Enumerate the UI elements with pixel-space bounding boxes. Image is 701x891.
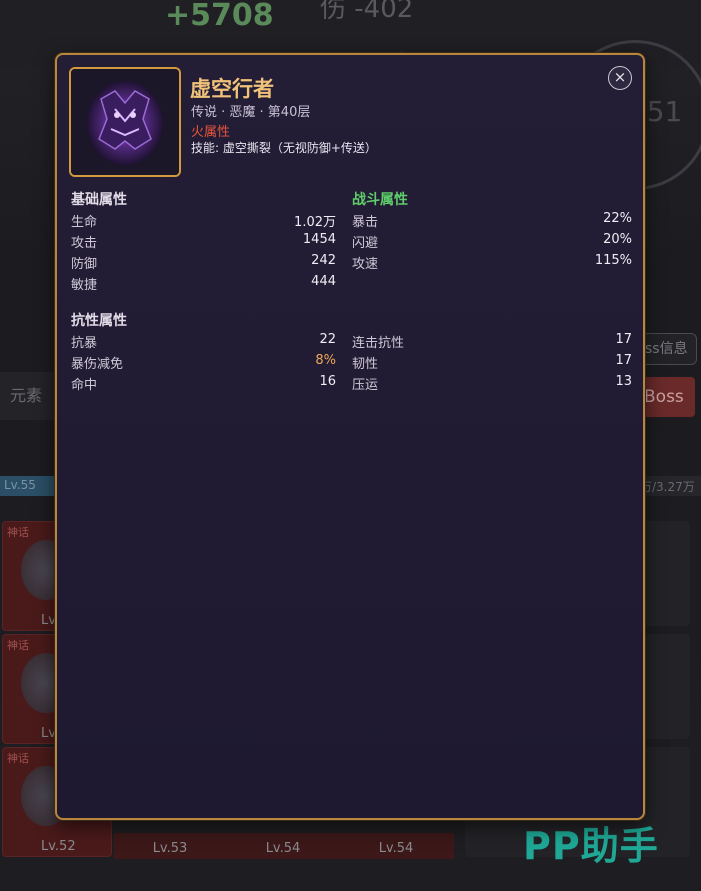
stat-value: 8% [315,353,336,368]
stat-value: 1.02万 [294,215,336,230]
stat-value: 115% [594,253,632,268]
close-button[interactable]: × [608,66,632,90]
slot-level: Lv.54 [378,841,414,856]
stat-value: 17 [615,332,632,347]
stat-label: 敏捷 [71,278,98,293]
stat-label: 闪避 [352,236,379,251]
stat-value: 444 [311,274,336,289]
hp-text: 万/3.27万 [640,480,695,494]
slot-level: Lv.53 [152,841,188,856]
stat-row: 韧性 17 [352,353,632,373]
stat-value: 22% [603,211,632,226]
stat-row: 攻速 115% [352,253,632,273]
stat-row: 连击抗性 17 [352,332,632,352]
monster-name: 虚空行者 [190,77,274,101]
monster-portrait [69,67,181,177]
stat-row: 抗暴 22 [71,332,336,352]
stat-row: 命中 16 [71,374,336,394]
stat-row: 闪避 20% [352,232,632,252]
stat-label: 抗暴 [71,336,98,351]
close-icon: × [613,68,627,86]
stat-row: 攻击 1454 [71,232,336,252]
monster-detail-modal: 虚空行者 传说 · 恶魔 · 第40层 火属性 技能: 虚空撕裂（无视防御+传送… [55,53,645,820]
slot-level: Lv.54 [265,841,301,856]
stat-label: 生命 [71,215,98,230]
monster-skill: 技能: 虚空撕裂（无视防御+传送） [191,141,377,155]
stat-row: 防御 242 [71,253,336,273]
stat-label: 命中 [71,378,98,393]
stat-label: 防御 [71,257,98,272]
stat-value: 1454 [302,232,336,247]
pp-assistant-watermark: PP助手 [523,824,659,868]
void-walker-icon [71,69,179,175]
stat-value: 17 [615,353,632,368]
boss-info-button[interactable]: ss信息 [640,333,697,365]
stat-label: 连击抗性 [352,336,405,351]
element-tab[interactable]: 元素 [0,372,60,420]
stat-label: 压运 [352,378,379,393]
rarity-tag: 神话 [7,752,29,765]
stat-row: 暴伤减免 8% [71,353,336,373]
resist-stats-title: 抗性属性 [71,313,127,329]
stat-row: 敏捷 444 [71,274,336,294]
stat-value: 22 [319,332,336,347]
stat-label: 韧性 [352,357,379,372]
monster-element: 火属性 [191,125,231,140]
stat-value: 16 [319,374,336,389]
stat-label: 攻速 [352,257,379,272]
combat-stats-title: 战斗属性 [352,192,408,208]
level-label: Lv.55 [4,478,36,492]
basic-stats-title: 基础属性 [71,192,127,208]
stat-label: 攻击 [71,236,98,251]
card-level: Lv.52 [41,839,76,854]
damage-popup: 伤 -402 [320,0,414,24]
stat-row: 暴击 22% [352,211,632,231]
stat-row: 压运 13 [352,374,632,394]
rarity-tag: 神话 [7,639,29,652]
rarity-tag: 神话 [7,526,29,539]
monster-subtitle: 传说 · 恶魔 · 第40层 [191,105,311,120]
stat-label: 暴伤减免 [71,357,124,372]
stat-value: 20% [603,232,632,247]
challenge-boss-button[interactable]: Boss [640,377,695,417]
heal-popup: +5708 [165,0,274,33]
stat-row: 生命 1.02万 [71,211,336,231]
stat-value: 242 [311,253,336,268]
stat-label: 暴击 [352,215,379,230]
stat-value: 13 [615,374,632,389]
